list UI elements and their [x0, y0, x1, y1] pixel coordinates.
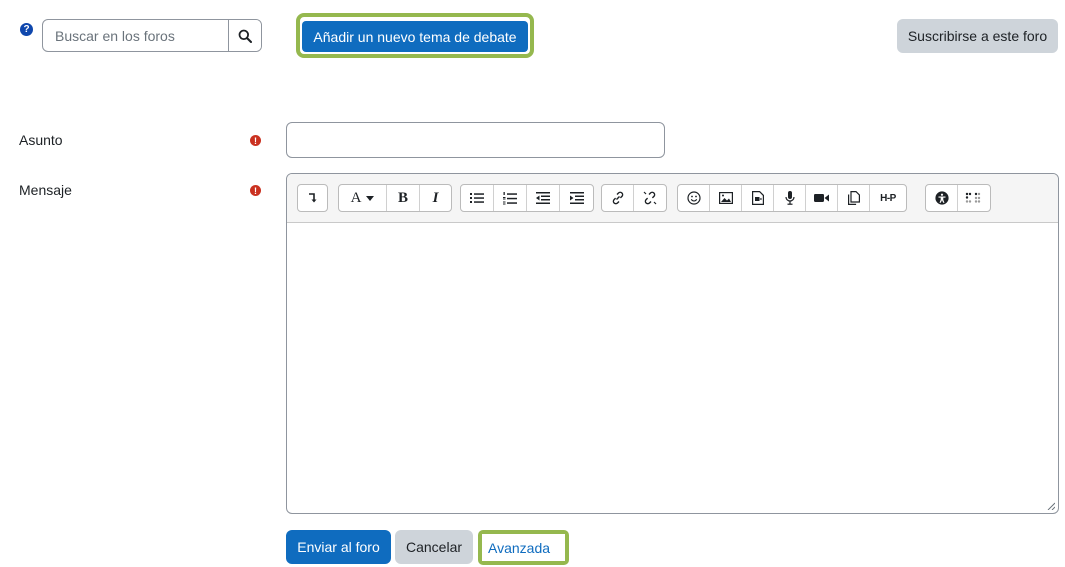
media-icon — [751, 191, 764, 205]
record-audio-button[interactable] — [774, 185, 806, 211]
search-input[interactable] — [43, 20, 228, 51]
help-icon[interactable]: ? — [20, 23, 33, 36]
message-editor: A B I H-P — [286, 173, 1059, 514]
accessibility-checker-button[interactable] — [926, 185, 958, 211]
cancel-button[interactable]: Cancelar — [395, 530, 473, 564]
search-button[interactable] — [228, 20, 261, 51]
link-icon — [611, 191, 625, 205]
required-icon: ! — [250, 135, 261, 146]
advanced-button[interactable]: Avanzada — [482, 534, 565, 561]
toolbar-group-accessibility — [925, 184, 991, 212]
bold-button[interactable]: B — [387, 185, 420, 211]
resize-handle-icon[interactable] — [1047, 502, 1055, 510]
emoji-button[interactable] — [678, 185, 710, 211]
required-icon: ! — [250, 185, 261, 196]
screenreader-helper-icon — [965, 192, 983, 204]
emoji-icon — [686, 191, 701, 205]
h5p-button[interactable]: H-P — [870, 185, 906, 211]
manage-files-button[interactable] — [838, 185, 870, 211]
link-button[interactable] — [602, 185, 634, 211]
forum-search — [42, 19, 262, 52]
unlink-icon — [643, 191, 657, 205]
media-button[interactable] — [742, 185, 774, 211]
indent-icon — [569, 192, 584, 204]
font-color-button[interactable]: A — [339, 185, 387, 211]
editor-toolbar: A B I H-P — [287, 174, 1058, 223]
screenreader-helper-button[interactable] — [958, 185, 990, 211]
toolbar-group-more — [297, 184, 328, 212]
toolbar-group-style: A B I — [338, 184, 452, 212]
toolbar-group-lists — [460, 184, 594, 212]
message-textarea[interactable] — [287, 223, 1058, 513]
chevron-down-icon — [366, 195, 375, 201]
subject-label: Asunto — [19, 132, 63, 148]
add-discussion-topic-button[interactable]: Añadir un nuevo tema de debate — [302, 21, 528, 52]
h5p-icon: H-P — [880, 192, 896, 204]
unordered-list-icon — [470, 192, 484, 204]
italic-icon: I — [432, 189, 439, 206]
indent-button[interactable] — [560, 185, 593, 211]
subscribe-forum-button[interactable]: Suscribirse a este foro — [897, 19, 1058, 53]
subject-input[interactable] — [286, 122, 665, 158]
search-icon — [238, 29, 252, 43]
bold-icon: B — [397, 189, 408, 206]
outdent-button[interactable] — [527, 185, 560, 211]
unordered-list-button[interactable] — [461, 185, 494, 211]
show-more-buttons[interactable] — [298, 185, 327, 211]
toolbar-group-links — [601, 184, 667, 212]
record-video-icon — [814, 193, 829, 203]
record-video-button[interactable] — [806, 185, 838, 211]
ordered-list-icon — [503, 191, 517, 205]
submit-post-button[interactable]: Enviar al foro — [286, 530, 391, 564]
accessibility-checker-icon — [934, 191, 949, 205]
image-icon — [718, 192, 733, 204]
unlink-button[interactable] — [634, 185, 666, 211]
toolbar-group-media: H-P — [677, 184, 907, 212]
ordered-list-button[interactable] — [494, 185, 527, 211]
italic-button[interactable]: I — [420, 185, 451, 211]
outdent-icon — [536, 192, 550, 204]
manage-files-icon — [847, 191, 861, 205]
show-more-buttons-icon — [308, 192, 318, 204]
font-color-icon: A — [350, 189, 362, 206]
record-audio-icon — [784, 191, 795, 205]
message-label: Mensaje — [19, 182, 72, 198]
image-button[interactable] — [710, 185, 742, 211]
